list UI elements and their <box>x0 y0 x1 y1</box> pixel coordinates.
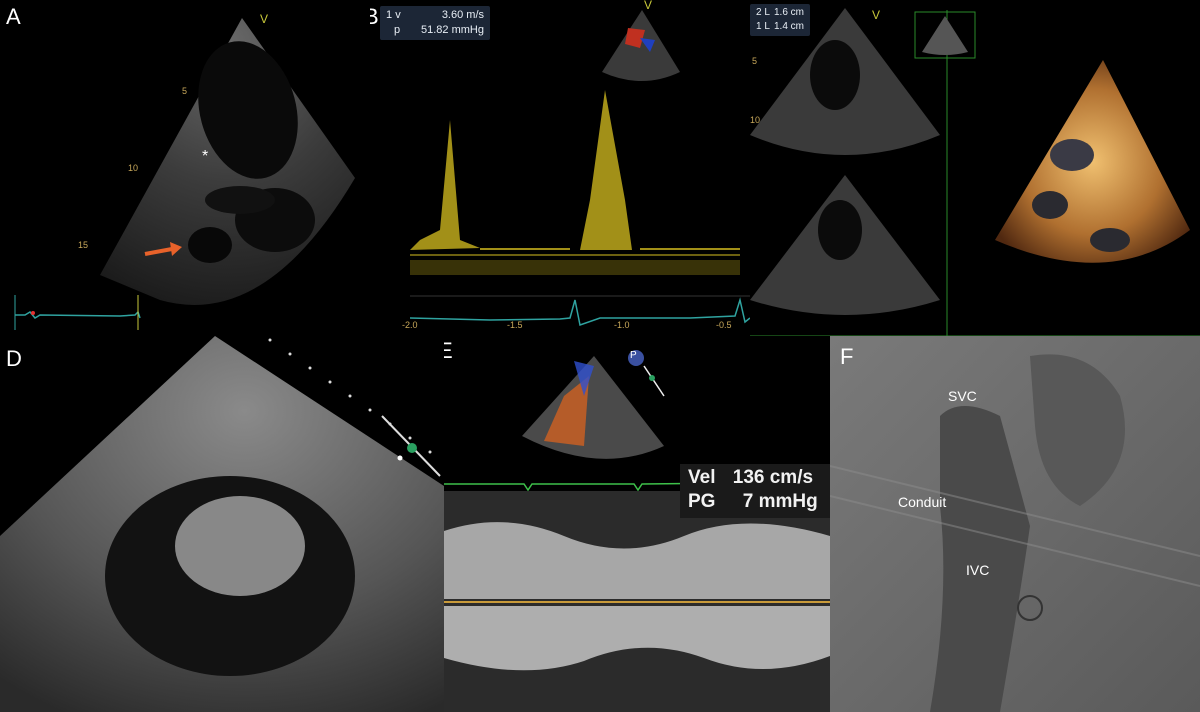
velocity-row: Vel 136 cm/s <box>688 466 818 490</box>
measurement-row-velocity: 1 v 3.60 m/s <box>386 8 484 23</box>
ivc-label: IVC <box>966 562 990 578</box>
panel-e-pw-doppler: E P Vel 136 cm/s PG 7 mmHg <box>444 336 830 712</box>
measurement-index: 1 <box>386 9 393 21</box>
panel-c-image <box>750 8 1200 336</box>
probe-badge: P <box>630 350 637 361</box>
gradient-label: PG <box>688 491 716 512</box>
measurement-value: 1.4 cm <box>773 21 804 32</box>
panel-letter-d: D <box>6 346 22 371</box>
measurement-row-length-2: 2 L 1.6 cm <box>756 6 804 20</box>
panel-letter-e: E <box>444 338 453 363</box>
panel-letter-a: A <box>6 4 21 29</box>
length-measurement-box: 2 L 1.6 cm 1 L 1.4 cm <box>750 4 810 36</box>
measurement-label: p <box>394 24 401 36</box>
measurement-label: L <box>764 21 770 32</box>
svc-label: SVC <box>948 388 977 404</box>
time-tick: -1.5 <box>507 320 523 330</box>
gradient-value: 7 mmHg <box>742 491 818 512</box>
depth-mark-15: 15 <box>78 240 89 250</box>
panel-f-image <box>830 336 1200 712</box>
depth-mark-10: 10 <box>128 163 139 173</box>
depth-mark-10: 10 <box>750 115 761 125</box>
3d-rendered-volume <box>995 60 1190 263</box>
measurement-index: 2 <box>756 7 762 18</box>
sample-volume-icon <box>643 365 665 397</box>
echogenic-mass <box>175 496 305 596</box>
asterisk-marker: * <box>202 148 209 165</box>
time-tick: -2.0 <box>402 320 418 330</box>
mini-sector-image <box>602 10 680 81</box>
gradient-row: PG 7 mmHg <box>688 490 818 514</box>
ecg-trace <box>409 297 750 326</box>
panel-letter-f: F <box>840 344 854 369</box>
measurement-label: L <box>764 7 770 18</box>
panel-d-image <box>0 336 444 712</box>
doppler-envelope <box>410 90 740 275</box>
measurement-label: v <box>395 9 401 21</box>
mini-sector-image <box>522 356 664 459</box>
depth-mark-5: 5 <box>752 56 758 66</box>
time-tick: -1.0 <box>614 320 630 330</box>
view-marker: V <box>260 12 269 26</box>
panel-a-image <box>14 18 355 330</box>
velocity-value: 136 cm/s <box>732 467 814 488</box>
panel-e-spectral-doppler <box>444 350 830 712</box>
view-marker: V <box>644 0 653 12</box>
measurement-row-length-1: 1 L 1.4 cm <box>756 20 804 34</box>
velocity-measurement-box: 1 v 3.60 m/s p 51.82 mmHg <box>380 6 490 40</box>
view-marker: V <box>872 8 881 22</box>
panel-f-angiography: F SVC Conduit IVC <box>830 336 1200 712</box>
panel-letter-b: B <box>370 4 379 29</box>
measurement-index: 1 <box>756 21 762 32</box>
panel-b-spectral-doppler <box>409 10 750 326</box>
depth-mark-5: 5 <box>182 86 188 96</box>
panel-b-cw-doppler: B V 1 v 3.60 m/s p 51.82 mmHg -2.0 -1.5 … <box>370 0 750 336</box>
panel-a-echo-apical-view: A V 5 10 15 * <box>0 0 370 336</box>
measurement-value: 3.60 m/s <box>441 9 484 21</box>
panel-d-subcostal-view: D <box>0 336 444 712</box>
velocity-label: Vel <box>688 467 716 488</box>
measurement-row-pressure: p 51.82 mmHg <box>386 23 484 38</box>
measurement-value: 1.6 cm <box>773 7 804 18</box>
velocity-readout: Vel 136 cm/s PG 7 mmHg <box>688 466 818 514</box>
time-tick: -0.5 <box>716 320 732 330</box>
panel-c-3d-echo: C V 2 L 1.6 cm 1 L 1.4 cm 5 10 <box>750 0 1200 336</box>
conduit-label: Conduit <box>898 494 947 510</box>
measurement-value: 51.82 mmHg <box>421 24 484 36</box>
